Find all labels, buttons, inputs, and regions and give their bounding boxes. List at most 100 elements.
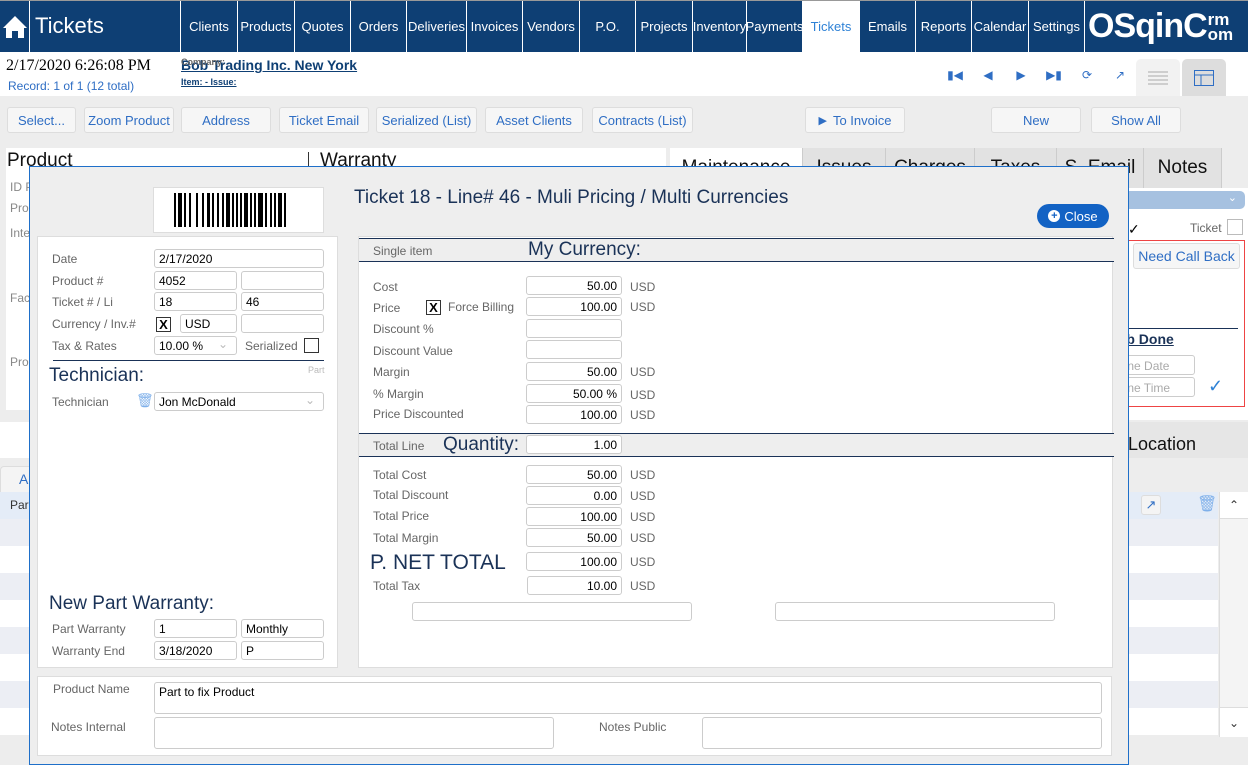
total-discount-field[interactable]: 0.00 — [526, 486, 622, 505]
technician-select[interactable]: Jon McDonald ⌄ — [154, 392, 324, 411]
logo-main: OSqinC — [1088, 7, 1208, 45]
nav-emails[interactable]: Emails — [859, 1, 915, 52]
nav-calendar[interactable]: Calendar — [971, 1, 1028, 52]
serialized-label: Serialized — [245, 339, 298, 353]
last-record-icon[interactable]: ▶▮ — [1045, 68, 1063, 82]
nav-invoices[interactable]: Invoices — [466, 1, 522, 52]
total-margin-field[interactable]: 50.00 — [526, 528, 622, 547]
nav-reports[interactable]: Reports — [915, 1, 971, 52]
total-cost-field[interactable]: 50.00 — [526, 465, 622, 484]
open-external-icon[interactable]: ↗ — [1111, 68, 1129, 82]
contracts-list-button[interactable]: Contracts (List) — [592, 107, 693, 133]
notes-public-label: Notes Public — [599, 720, 667, 734]
tab-notes[interactable]: Notes — [1144, 148, 1222, 188]
cost-field[interactable]: 50.00 — [526, 276, 622, 295]
confirm-check-icon[interactable]: ✓ — [1208, 376, 1223, 397]
nav-clients[interactable]: Clients — [180, 1, 237, 52]
asset-clients-button[interactable]: Asset Clients — [485, 107, 583, 133]
product-name-field[interactable]: Part to fix Product — [154, 682, 1102, 714]
part-warranty-field[interactable]: 1 — [154, 619, 237, 638]
refresh-icon[interactable]: ⟳ — [1078, 68, 1096, 82]
ticket-email-button[interactable]: Ticket Email — [279, 107, 369, 133]
price-field[interactable]: 100.00 — [526, 297, 622, 316]
scroll-down-icon[interactable]: ⌄ — [1220, 707, 1248, 737]
total-price-label: Total Price — [373, 509, 430, 523]
technician-label: Technician — [52, 395, 109, 409]
part-hint: Part — [308, 365, 325, 375]
currency-field[interactable]: USD — [180, 314, 237, 333]
nav-tickets[interactable]: Tickets — [802, 1, 859, 52]
line-number-field[interactable]: 46 — [241, 292, 324, 311]
discount-value-field[interactable] — [526, 340, 622, 359]
ticket-checkbox[interactable] — [1227, 219, 1243, 235]
force-billing-label: Force Billing — [448, 300, 515, 314]
nav-inventory[interactable]: Inventory — [692, 1, 746, 52]
nav-vendors[interactable]: Vendors — [522, 1, 579, 52]
to-invoice-button[interactable]: ▶ To Invoice — [805, 107, 905, 133]
ticket-number-field[interactable]: 18 — [154, 292, 237, 311]
barcode — [153, 187, 324, 233]
date-field[interactable]: 2/17/2020 — [154, 249, 324, 268]
address-button[interactable]: Address — [181, 107, 271, 133]
show-all-button[interactable]: Show All — [1091, 107, 1181, 133]
close-button[interactable]: + Close — [1037, 204, 1109, 228]
top-navbar: Tickets Clients Products Quotes Orders D… — [0, 0, 1248, 53]
nav-projects[interactable]: Projects — [635, 1, 692, 52]
bg-label: Fac — [10, 291, 31, 305]
currency-code: USD — [630, 468, 656, 482]
tax-rate-select[interactable]: 10.00 % ⌄ — [154, 336, 237, 355]
select-button[interactable]: Select... — [7, 107, 76, 133]
company-link[interactable]: Company: Bob Trading Inc. New York — [181, 57, 357, 73]
margin-field[interactable]: 50.00 — [526, 362, 622, 381]
home-button[interactable] — [0, 1, 30, 53]
extra-field-1[interactable] — [412, 602, 692, 621]
item-issue-link[interactable]: Item: - Issue: — [181, 77, 237, 87]
nav-settings[interactable]: Settings — [1028, 1, 1084, 52]
previous-record-icon[interactable]: ◀ — [979, 68, 997, 82]
serialized-list-button[interactable]: Serialized (List) — [376, 107, 477, 133]
to-invoice-label: To Invoice — [832, 112, 892, 128]
zoom-product-button[interactable]: Zoom Product — [84, 107, 174, 133]
force-billing-checkbox[interactable]: X — [426, 300, 441, 315]
nav-quotes[interactable]: Quotes — [294, 1, 350, 52]
close-label: Close — [1064, 208, 1098, 224]
warranty-end-field[interactable]: 3/18/2020 — [154, 641, 237, 660]
notes-internal-field[interactable] — [154, 717, 554, 749]
extra-field-2[interactable] — [775, 602, 1055, 621]
nav-products[interactable]: Products — [237, 1, 294, 52]
nav-po[interactable]: P.O. — [579, 1, 635, 52]
new-button[interactable]: New — [991, 107, 1081, 133]
nav-deliveries[interactable]: Deliveries — [406, 1, 466, 52]
nav-orders[interactable]: Orders — [350, 1, 406, 52]
total-price-field[interactable]: 100.00 — [526, 507, 622, 526]
quantity-field[interactable]: 1.00 — [526, 435, 622, 454]
nav-payments[interactable]: Payments — [746, 1, 803, 52]
ticket-checkbox-label: Ticket — [1190, 221, 1222, 235]
price-discounted-field[interactable]: 100.00 — [526, 405, 622, 424]
next-record-icon[interactable]: ▶ — [1012, 68, 1030, 82]
net-total-field[interactable]: 100.00 — [526, 552, 622, 571]
warranty-period-field[interactable]: Monthly — [241, 619, 324, 638]
trash-icon[interactable]: 🗑 — [136, 392, 154, 409]
total-tax-field[interactable]: 10.00 — [527, 576, 622, 595]
product-extra-field[interactable] — [241, 271, 324, 290]
plus-circle-icon: + — [1048, 210, 1061, 222]
form-view-toggle[interactable] — [1182, 59, 1226, 96]
first-record-icon[interactable]: ▮◀ — [946, 68, 964, 82]
margin-percent-field[interactable]: 50.00 % — [526, 384, 622, 403]
trash-icon[interactable]: 🗑 — [1197, 494, 1217, 514]
notes-public-field[interactable] — [702, 717, 1102, 749]
invoice-number-field[interactable] — [241, 314, 324, 333]
open-row-icon[interactable]: ↗ — [1141, 495, 1161, 515]
warranty-code-field[interactable]: P — [241, 641, 324, 660]
need-call-back-button[interactable]: Need Call Back — [1133, 243, 1240, 269]
currency-checkbox[interactable]: X — [156, 317, 171, 332]
status-dropdown[interactable]: ⌄ — [1128, 191, 1245, 209]
discount-percent-field[interactable] — [526, 319, 622, 338]
grid-tab[interactable]: A — [0, 466, 30, 493]
grid-scrollbar[interactable]: ⌃ ⌄ — [1219, 492, 1248, 737]
product-number-field[interactable]: 4052 — [154, 271, 237, 290]
scroll-up-icon[interactable]: ⌃ — [1220, 492, 1248, 519]
serialized-checkbox[interactable] — [304, 338, 319, 353]
list-view-toggle[interactable] — [1136, 59, 1180, 96]
